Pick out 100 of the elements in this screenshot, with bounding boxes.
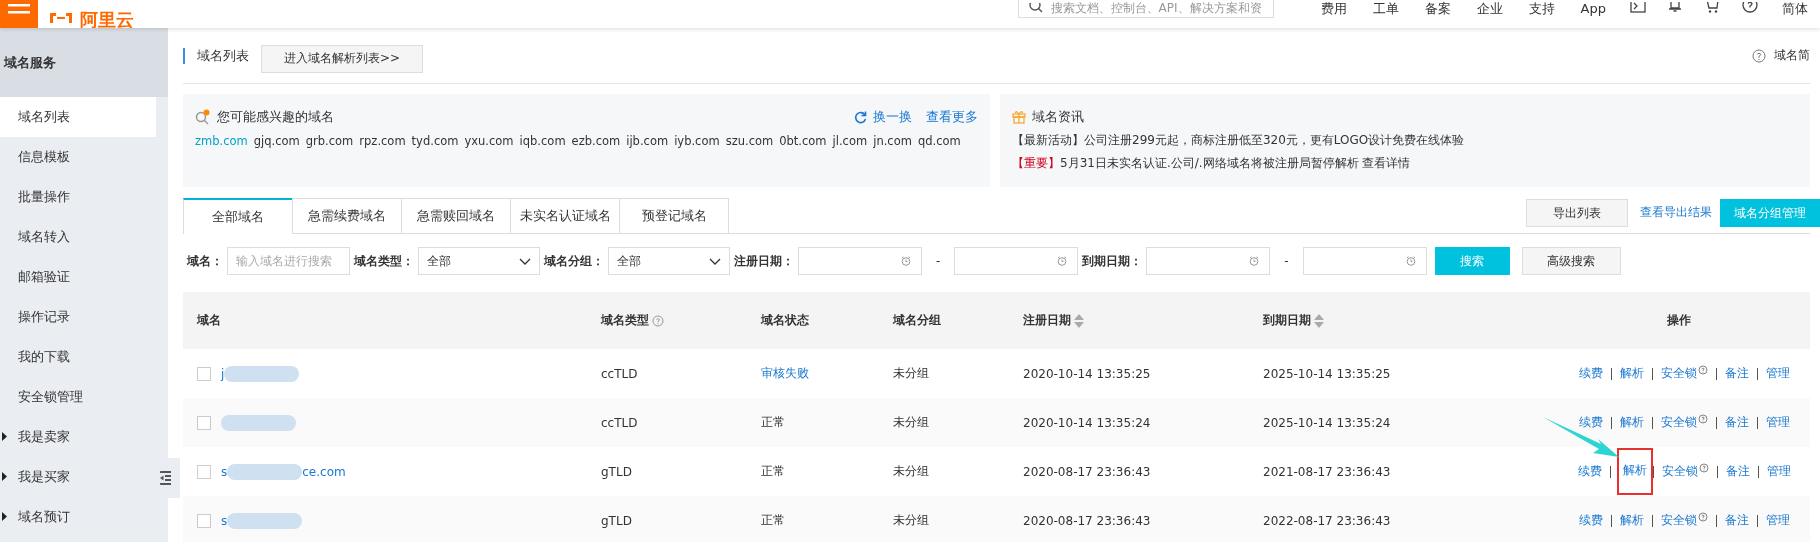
action-link[interactable]: 安全锁: [1658, 510, 1710, 531]
column-header: 域名类型: [601, 312, 649, 329]
table-cell: gTLD: [601, 464, 632, 479]
sidebar-item[interactable]: 域名转入: [0, 217, 156, 257]
action-link[interactable]: 解析: [1617, 510, 1646, 531]
domain-link[interactable]: s: [221, 513, 228, 528]
date-field[interactable]: [1302, 247, 1427, 275]
sidebar-item[interactable]: 邮箱验证: [0, 257, 156, 297]
suggested-domain[interactable]: yxu.com: [464, 134, 514, 148]
sidebar-item[interactable]: 域名预订: [0, 497, 156, 537]
tab[interactable]: 全部域名: [183, 198, 293, 234]
menu-button[interactable]: [0, 0, 38, 28]
column-header: 域名状态: [761, 312, 809, 329]
top-nav-link[interactable]: 费用: [1320, 2, 1347, 28]
suggested-domain[interactable]: qd.com: [917, 134, 961, 148]
dns-list-button[interactable]: 进入域名解析列表>>: [261, 44, 424, 73]
action-link[interactable]: 续费: [1576, 510, 1605, 531]
action-link[interactable]: 解析: [1617, 412, 1646, 433]
action-link[interactable]: 解析: [1616, 448, 1653, 495]
action-link[interactable]: 安全锁: [1659, 461, 1711, 482]
view-export-link[interactable]: 查看导出结果: [1640, 204, 1712, 221]
action-link[interactable]: 续费: [1575, 461, 1604, 482]
action-link[interactable]: 安全锁: [1658, 412, 1710, 433]
action-link[interactable]: 管理: [1763, 363, 1792, 384]
domain-link[interactable]: ce.com: [302, 464, 346, 479]
suggested-domain[interactable]: 0bt.com: [779, 134, 827, 148]
sidebar-item[interactable]: 我是买家: [0, 457, 156, 497]
export-button[interactable]: 导出列表: [1526, 199, 1628, 227]
date-field[interactable]: [798, 247, 922, 275]
advanced-search-button[interactable]: 高级搜索: [1521, 247, 1621, 275]
collapse-icon: [160, 471, 171, 485]
suggested-domain[interactable]: rpz.com: [359, 134, 406, 148]
sidebar-item[interactable]: 安全锁管理: [0, 377, 156, 417]
domain-link[interactable]: s: [221, 464, 228, 479]
top-nav-link[interactable]: App: [1580, 2, 1606, 28]
action-link[interactable]: 续费: [1576, 363, 1605, 384]
top-nav-link[interactable]: 企业: [1476, 2, 1503, 28]
row-checkbox[interactable]: [197, 513, 211, 528]
suggested-domain[interactable]: ijb.com: [626, 134, 669, 148]
action-link[interactable]: 管理: [1764, 461, 1793, 482]
action-link[interactable]: 续费: [1576, 412, 1605, 433]
action-link[interactable]: 备注: [1722, 412, 1751, 433]
sidebar-item[interactable]: 批量操作: [0, 177, 156, 217]
suggested-domain[interactable]: gjq.com: [253, 134, 300, 148]
status-text[interactable]: 审核失败: [761, 365, 809, 382]
help-icon: [1697, 414, 1708, 424]
suggested-domain[interactable]: iqb.com: [519, 134, 566, 148]
suggested-domain[interactable]: iyb.com: [674, 134, 720, 148]
type-select[interactable]: 全部: [418, 247, 540, 275]
action-link[interactable]: 管理: [1763, 412, 1792, 433]
refresh-link[interactable]: 换一换: [873, 108, 912, 126]
sidebar-item[interactable]: 域名列表: [0, 97, 156, 137]
clock-icon: [901, 256, 911, 266]
row-checkbox[interactable]: [197, 366, 211, 381]
bell-icon[interactable]: [1668, 2, 1682, 14]
sidebar-item[interactable]: 操作记录: [0, 297, 156, 337]
caret-icon: [2, 472, 7, 481]
news-text[interactable]: 公司注册299元起，商标注册低至320元，更有LOGO设计免费在线体验: [1084, 133, 1465, 147]
search-field[interactable]: 搜索文档、控制台、API、解决方案和资: [1017, 0, 1274, 18]
language-link[interactable]: 简体: [1782, 2, 1808, 28]
suggested-domain[interactable]: grb.com: [305, 134, 354, 148]
sidebar-item[interactable]: 我的下载: [0, 337, 156, 377]
action-link[interactable]: 安全锁: [1658, 363, 1710, 384]
tab[interactable]: 预登记域名: [619, 198, 729, 233]
clock-icon: [1405, 256, 1416, 266]
cart-icon[interactable]: [1704, 2, 1720, 14]
action-link[interactable]: 备注: [1722, 510, 1751, 531]
sidebar-item[interactable]: 信息模板: [0, 137, 156, 177]
top-nav-link[interactable]: 支持: [1528, 2, 1555, 28]
sidebar-item[interactable]: 我是卖家: [0, 417, 156, 457]
sort-icon[interactable]: [1314, 313, 1324, 328]
group-select[interactable]: 全部: [608, 247, 730, 275]
collapse-toggle[interactable]: [158, 458, 180, 498]
column-header: 域名: [197, 312, 221, 329]
suggested-domain[interactable]: jl.com: [832, 134, 868, 148]
domain-search-field[interactable]: 输入域名进行搜索: [227, 247, 350, 275]
top-nav-link[interactable]: 工单: [1372, 2, 1399, 28]
date-field[interactable]: [954, 247, 1079, 275]
more-link[interactable]: 查看更多: [926, 108, 978, 126]
action-link[interactable]: 备注: [1722, 363, 1751, 384]
help-icon[interactable]: [1742, 2, 1758, 14]
sort-icon[interactable]: [1074, 313, 1084, 328]
suggested-domain[interactable]: jn.com: [873, 134, 912, 148]
action-link[interactable]: 解析: [1617, 363, 1646, 384]
row-checkbox[interactable]: [197, 415, 211, 430]
suggested-domain[interactable]: szu.com: [725, 134, 774, 148]
suggested-domain[interactable]: tyd.com: [411, 134, 459, 148]
domain-link[interactable]: j: [221, 366, 225, 381]
news-text[interactable]: 5月31日未实名认证.公司/.网络域名将被注册局暂停解析 查看详情: [1060, 156, 1411, 170]
row-checkbox[interactable]: [197, 464, 211, 479]
action-link[interactable]: 备注: [1723, 461, 1752, 482]
action-link[interactable]: 管理: [1763, 510, 1792, 531]
column-header[interactable]: 注册日期: [1023, 312, 1071, 329]
help-link[interactable]: 域名简: [1774, 47, 1810, 64]
date-field[interactable]: [1146, 247, 1271, 275]
suggested-domain[interactable]: ezb.com: [571, 134, 621, 148]
range-dash: -: [1284, 254, 1289, 268]
terminal-icon[interactable]: [1630, 2, 1646, 14]
top-nav-link[interactable]: 备案: [1424, 2, 1451, 28]
column-header[interactable]: 到期日期: [1263, 312, 1311, 329]
